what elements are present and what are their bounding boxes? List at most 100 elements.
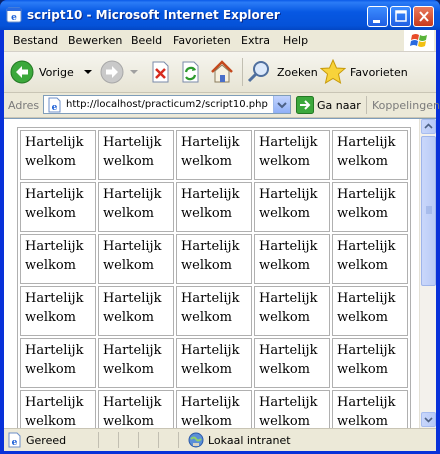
status-bar: e Gereed Lokaal intranet — [4, 428, 436, 451]
home-button[interactable] — [209, 59, 235, 85]
window-title: script10 - Microsoft Internet Explorer — [27, 8, 280, 22]
table-cell: Hartelijk welkom — [332, 390, 408, 429]
table-cell: Hartelijk welkom — [98, 234, 174, 284]
table-cell: Hartelijk welkom — [176, 234, 252, 284]
maximize-icon — [395, 10, 407, 22]
table-cell: Hartelijk welkom — [332, 234, 408, 284]
status-separator — [158, 432, 159, 448]
stop-icon — [152, 61, 169, 83]
table-cell: Hartelijk welkom — [20, 130, 96, 180]
table-cell: Hartelijk welkom — [98, 286, 174, 336]
refresh-button[interactable] — [180, 61, 200, 83]
menu-help[interactable]: Help — [283, 34, 308, 47]
menu-bewerken[interactable]: Bewerken — [68, 34, 122, 47]
forward-arrow-icon — [100, 60, 124, 84]
status-text: Gereed — [26, 434, 67, 447]
minimize-button[interactable] — [367, 6, 388, 27]
minimize-icon — [373, 20, 380, 23]
table-cell: Hartelijk welkom — [20, 182, 96, 232]
menu-favorieten[interactable]: Favorieten — [173, 34, 231, 47]
scroll-down-icon — [424, 417, 433, 423]
status-separator — [178, 432, 179, 448]
table-cell: Hartelijk welkom — [20, 286, 96, 336]
search-label: Zoeken — [277, 66, 318, 79]
address-input[interactable]: e http://localhost/practicum2/script10.p… — [43, 95, 291, 114]
table-row: Hartelijk welkom Hartelijk welkom Hartelij… — [20, 390, 408, 429]
links-button[interactable]: Koppelingen — [372, 99, 440, 112]
table-cell: Hartelijk welkom — [176, 182, 252, 232]
table-cell: Hartelijk welkom — [20, 338, 96, 388]
table-cell: Hartelijk welkom — [176, 130, 252, 180]
go-arrow-icon — [296, 96, 314, 114]
grip-icon — [426, 206, 432, 214]
browser-frame: Bestand Bewerken Beeld Favorieten Extra … — [4, 30, 440, 451]
scroll-up-button[interactable] — [421, 119, 436, 134]
home-icon — [211, 60, 233, 83]
forward-button[interactable] — [100, 59, 140, 85]
search-button[interactable]: Zoeken — [247, 59, 318, 85]
internet-explorer-icon: e — [6, 7, 22, 23]
favorites-button[interactable]: Favorieten — [320, 59, 410, 85]
maximize-button[interactable] — [390, 6, 411, 27]
welcome-table: Hartelijk welkom Hartelijk welkom Hartelij… — [17, 127, 411, 429]
table-cell: Hartelijk welkom — [176, 390, 252, 429]
toolbar-separator — [242, 58, 243, 86]
status-page-icon: e — [8, 432, 21, 448]
table-cell: Hartelijk welkom — [254, 338, 330, 388]
table-cell: Hartelijk welkom — [332, 286, 408, 336]
menu-extra[interactable]: Extra — [241, 34, 270, 47]
go-label: Ga naar — [317, 99, 361, 112]
address-label: Adres — [8, 99, 40, 112]
table-cell: Hartelijk welkom — [254, 286, 330, 336]
scroll-thumb[interactable] — [421, 136, 436, 286]
windows-logo-icon — [404, 30, 434, 51]
scroll-up-icon — [424, 123, 433, 129]
status-separator — [118, 432, 119, 448]
table-cell: Hartelijk welkom — [176, 338, 252, 388]
back-dropdown-icon — [84, 70, 92, 74]
stop-button[interactable] — [150, 61, 170, 83]
standard-toolbar: Vorige Zoeken Favorieten — [4, 52, 436, 93]
forward-dropdown-icon — [130, 70, 138, 74]
table-cell: Hartelijk welkom — [98, 390, 174, 429]
table-cell: Hartelijk welkom — [20, 390, 96, 429]
table-cell: Hartelijk welkom — [254, 130, 330, 180]
table-cell: Hartelijk welkom — [98, 182, 174, 232]
table-cell: Hartelijk welkom — [332, 130, 408, 180]
scroll-down-button[interactable] — [421, 412, 436, 427]
table-row: Hartelijk welkom Hartelijk welkom Hartelij… — [20, 182, 408, 232]
table-cell: Hartelijk welkom — [98, 130, 174, 180]
menu-bestand[interactable]: Bestand — [13, 34, 58, 47]
svg-text:e: e — [11, 13, 17, 23]
table-cell: Hartelijk welkom — [332, 182, 408, 232]
back-label: Vorige — [39, 66, 74, 79]
back-arrow-icon — [10, 60, 34, 84]
menu-bar: Bestand Bewerken Beeld Favorieten Extra … — [4, 30, 436, 52]
status-separator — [138, 432, 139, 448]
table-cell: Hartelijk welkom — [176, 286, 252, 336]
table-cell: Hartelijk welkom — [254, 182, 330, 232]
table-row: Hartelijk welkom Hartelijk welkom Hartelij… — [20, 234, 408, 284]
close-icon — [419, 11, 429, 22]
address-bar: Adres e http://localhost/practicum2/scri… — [4, 93, 440, 118]
svg-text:e: e — [52, 103, 58, 113]
back-button[interactable]: Vorige — [10, 59, 92, 85]
address-url: http://localhost/practicum2/script10.php — [66, 99, 268, 110]
vertical-scrollbar[interactable] — [419, 119, 436, 429]
title-bar[interactable]: e script10 - Microsoft Internet Explorer — [0, 0, 440, 30]
status-zone: Lokaal intranet — [208, 434, 291, 447]
search-icon — [247, 61, 269, 83]
table-cell: Hartelijk welkom — [332, 338, 408, 388]
favorites-label: Favorieten — [350, 66, 408, 79]
table-cell: Hartelijk welkom — [20, 234, 96, 284]
table-cell: Hartelijk welkom — [254, 234, 330, 284]
go-button[interactable]: Ga naar — [296, 96, 362, 114]
links-separator — [366, 96, 367, 114]
close-button[interactable] — [413, 6, 434, 27]
table-row: Hartelijk welkom Hartelijk welkom Hartelij… — [20, 338, 408, 388]
status-separator — [98, 432, 99, 448]
address-dropdown-button[interactable] — [273, 96, 290, 113]
page-content: Hartelijk welkom Hartelijk welkom Hartelij… — [4, 118, 436, 429]
menu-beeld[interactable]: Beeld — [131, 34, 162, 47]
chevron-down-icon — [277, 102, 287, 109]
